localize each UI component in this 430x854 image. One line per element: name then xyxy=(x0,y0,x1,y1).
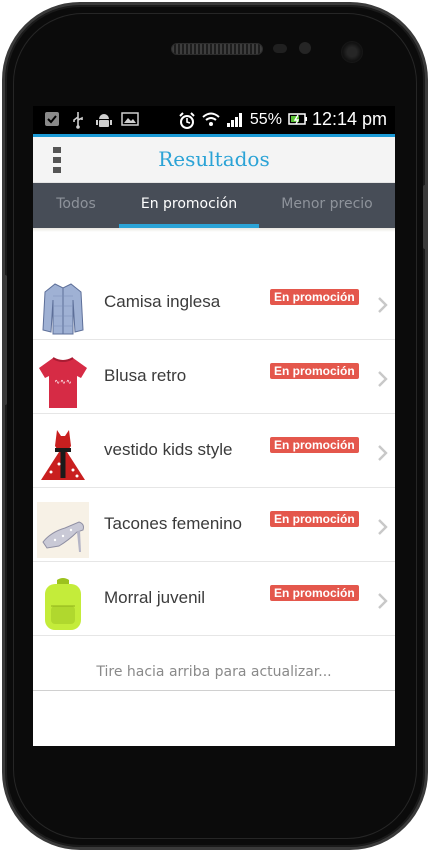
app-screen: 55% 12:14 pm Resultados Todos En promoci… xyxy=(33,106,395,746)
chevron-right-icon xyxy=(378,371,388,387)
pull-to-refresh-hint: Tire hacia arriba para actualizar... xyxy=(96,664,332,680)
backpack-icon xyxy=(45,578,81,630)
list-item[interactable]: Tacones femenino En promoción xyxy=(33,488,395,562)
alarm-icon xyxy=(178,111,196,129)
promo-badge: En promoción xyxy=(270,289,359,305)
image-icon xyxy=(121,111,139,127)
chevron-right-icon xyxy=(378,593,388,609)
power-button xyxy=(423,185,428,249)
tab-todos[interactable]: Todos xyxy=(33,183,119,228)
promo-badge: En promoción xyxy=(270,585,359,601)
chevron-right-icon xyxy=(378,445,388,461)
product-name: Tacones femenino xyxy=(104,514,242,533)
earpiece-speaker xyxy=(171,43,263,55)
tshirt-icon: ∿∿∿ xyxy=(39,357,87,408)
svg-text:∿∿∿: ∿∿∿ xyxy=(54,378,72,386)
dress-icon xyxy=(41,430,85,480)
promo-badge: En promoción xyxy=(270,437,359,453)
battery-charging-icon xyxy=(288,112,307,128)
wifi-icon xyxy=(202,112,220,128)
promo-badge: En promoción xyxy=(270,363,359,379)
tab-en-promocion[interactable]: En promoción xyxy=(119,183,259,228)
usb-icon xyxy=(69,111,87,129)
product-name: Morral juvenil xyxy=(104,588,206,607)
clock: 12:14 pm xyxy=(311,109,387,129)
list-item[interactable]: ∿∿∿ Blusa retro En promoción xyxy=(33,340,395,414)
list-item[interactable]: vestido kids style En promoción xyxy=(33,414,395,488)
product-list: Camisa inglesa En promoción ∿∿∿ Blusa re… xyxy=(33,266,395,636)
product-name: vestido kids style xyxy=(104,440,233,459)
list-item[interactable]: Camisa inglesa En promoción xyxy=(33,266,395,340)
product-name: Blusa retro xyxy=(104,366,187,385)
page-title: Resultados xyxy=(158,147,270,171)
high-heel-icon xyxy=(37,502,89,558)
light-sensor xyxy=(299,42,311,54)
tab-menor-precio[interactable]: Menor precio xyxy=(259,183,395,228)
chevron-right-icon xyxy=(378,519,388,535)
signal-icon xyxy=(226,112,244,128)
volume-button xyxy=(2,275,7,405)
list-item[interactable]: Morral juvenil En promoción xyxy=(33,562,395,636)
status-bar: 55% 12:14 pm xyxy=(33,106,395,134)
battery-percent: 55% xyxy=(249,110,282,128)
android-debug-icon xyxy=(95,111,113,127)
tab-bar: Todos En promoción Menor precio xyxy=(33,183,395,228)
shirt-icon xyxy=(42,283,84,335)
promo-badge: En promoción xyxy=(270,511,359,527)
app-header: Resultados xyxy=(33,137,395,183)
front-camera xyxy=(341,41,363,63)
product-name: Camisa inglesa xyxy=(104,292,221,311)
tab-shadow xyxy=(33,228,395,232)
divider xyxy=(33,690,395,691)
check-notification-icon xyxy=(43,111,61,127)
chevron-right-icon xyxy=(378,297,388,313)
proximity-sensor xyxy=(273,44,287,53)
